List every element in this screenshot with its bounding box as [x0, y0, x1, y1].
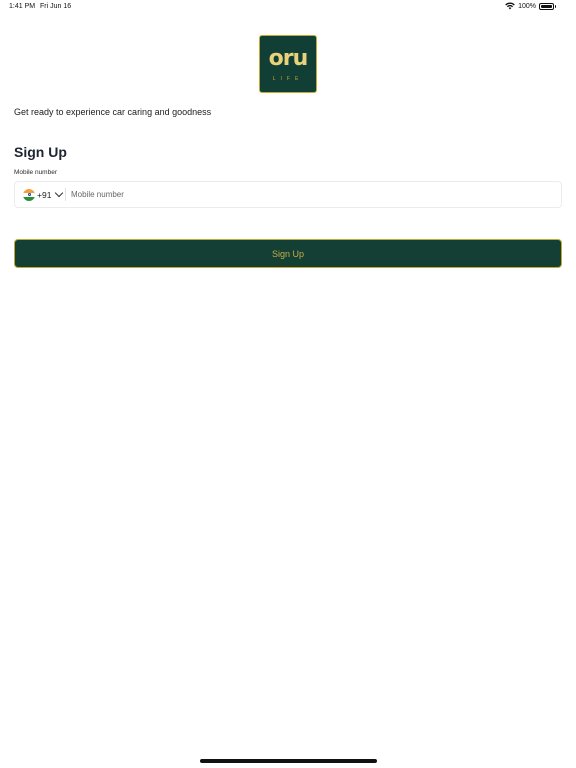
- status-right: 100%: [505, 2, 556, 10]
- home-indicator: [200, 759, 377, 763]
- input-divider: [65, 188, 66, 201]
- app-logo: oru LIFE: [259, 35, 317, 93]
- chevron-down-icon: [55, 188, 64, 198]
- battery-icon: [539, 2, 556, 10]
- phone-input-group: +91: [14, 181, 562, 208]
- country-code: +91: [37, 189, 52, 200]
- page-title: Sign Up: [14, 144, 67, 160]
- status-bar: 1:41 PM Fri Jun 16 100%: [0, 0, 576, 14]
- status-time: 1:41 PM: [9, 3, 36, 10]
- country-code-select[interactable]: +91: [23, 182, 64, 207]
- mobile-number-input[interactable]: [71, 182, 551, 207]
- sign-up-button[interactable]: Sign Up: [14, 239, 562, 268]
- battery-percent: 100%: [518, 2, 536, 10]
- mobile-number-label: Mobile number: [14, 169, 57, 176]
- india-flag-icon: [23, 188, 35, 201]
- logo-word: oru: [268, 46, 309, 71]
- tagline: Get ready to experience car caring and g…: [14, 107, 212, 117]
- logo-subtitle: LIFE: [272, 76, 304, 82]
- battery-fill: [541, 4, 552, 8]
- status-date: Fri Jun 16: [40, 3, 72, 10]
- wifi-icon: [505, 2, 515, 10]
